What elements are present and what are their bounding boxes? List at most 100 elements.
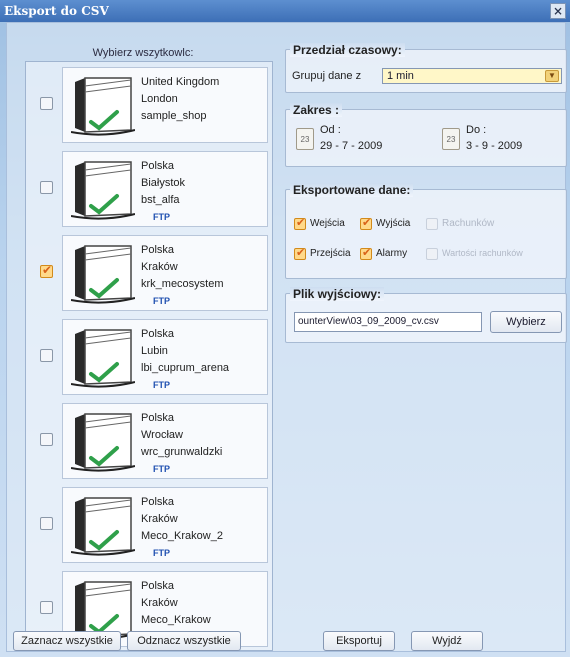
shop-info: Polska Kraków Meco_Krakow <box>141 578 211 629</box>
shop-icon <box>71 161 135 220</box>
entries-checkbox[interactable] <box>294 216 306 230</box>
shop-card[interactable]: Polska Kraków Meco_Krakow_2 FTP <box>62 487 268 563</box>
entries-label: Wejścia <box>310 218 345 229</box>
shop-checkbox[interactable] <box>40 517 53 530</box>
from-label: Od : <box>320 124 341 136</box>
shop-info: Polska Kraków krk_mecosystem FTP <box>141 242 224 310</box>
shop-row[interactable]: Polska Białystok bst_alfa FTP <box>26 148 274 230</box>
to-date[interactable]: 3 - 9 - 2009 <box>466 140 522 152</box>
shop-country: Polska <box>141 328 175 340</box>
shop-row[interactable]: United Kingdom London sample_shop <box>26 64 274 146</box>
shop-info: Polska Lubin lbi_cuprum_arena FTP <box>141 326 229 394</box>
shop-info: Polska Kraków Meco_Krakow_2 FTP <box>141 494 223 562</box>
shop-code: wrc_grunwaldzki <box>141 446 223 458</box>
exits-checkbox[interactable] <box>360 216 372 230</box>
receipts-checkbox[interactable] <box>426 218 438 230</box>
shop-code: krk_mecosystem <box>141 278 224 290</box>
shop-row[interactable]: Polska Lubin lbi_cuprum_arena FTP <box>26 316 274 398</box>
window-titlebar: Eksport do CSV × <box>0 0 570 22</box>
shop-card[interactable]: Polska Wrocław wrc_grunwaldzki FTP <box>62 403 268 479</box>
output-path-field[interactable]: ounterView\03_09_2009_cv.csv <box>294 312 482 332</box>
shop-code: Meco_Krakow_2 <box>141 530 223 542</box>
group-by-label: Grupuj dane z <box>292 70 362 82</box>
exported-data-title: Eksportowane dane: <box>290 183 414 197</box>
shop-info: Polska Wrocław wrc_grunwaldzki FTP <box>141 410 222 478</box>
calendar-to-icon[interactable]: 23 <box>442 128 460 150</box>
shop-city: Kraków <box>141 261 178 273</box>
group-by-select[interactable]: 1 min ▼ <box>382 68 562 84</box>
ftp-badge: FTP <box>153 212 170 222</box>
shop-card[interactable]: Polska Lubin lbi_cuprum_arena FTP <box>62 319 268 395</box>
shop-card[interactable]: United Kingdom London sample_shop <box>62 67 268 143</box>
shop-country: United Kingdom <box>141 76 220 88</box>
exported-data-group: Eksportowane dane: Wejścia Wyjścia Rachu… <box>285 183 567 279</box>
shop-icon <box>71 413 135 472</box>
exit-button[interactable]: Wyjdź <box>411 631 483 651</box>
window-title: Eksport do CSV <box>4 4 109 18</box>
shop-city: Lubin <box>141 345 168 357</box>
shop-code: lbi_cuprum_arena <box>141 362 230 374</box>
shop-country: Polska <box>141 496 175 508</box>
shop-icon <box>71 329 135 388</box>
shop-row[interactable]: Polska Kraków Meco_Krakow_2 FTP <box>26 484 274 566</box>
time-range-group: Przedział czasowy: Grupuj dane z 1 min ▼ <box>285 43 567 93</box>
scope-group: Zakres : 23 Od : 29 - 7 - 2009 23 Do : 3… <box>285 103 567 167</box>
chevron-down-icon[interactable]: ▼ <box>545 70 559 82</box>
shop-city: Wrocław <box>141 429 183 441</box>
group-by-value: 1 min <box>387 70 414 82</box>
ftp-badge: FTP <box>153 548 170 558</box>
output-file-title: Plik wyjściowy: <box>290 287 385 301</box>
shop-icon <box>71 245 135 304</box>
shop-checkbox[interactable] <box>40 181 53 194</box>
time-range-title: Przedział czasowy: <box>290 43 405 57</box>
shop-list: United Kingdom London sample_shop Polska… <box>25 61 273 651</box>
shop-code: Meco_Krakow <box>141 614 211 626</box>
shop-checkbox[interactable] <box>40 263 53 278</box>
shop-city: Kraków <box>141 597 178 609</box>
receipts-label: Rachunków <box>442 218 495 229</box>
shop-checkbox[interactable] <box>40 97 53 110</box>
shop-country: Polska <box>141 160 175 172</box>
shop-city: London <box>141 93 178 105</box>
shop-country: Polska <box>141 580 175 592</box>
shop-info: Polska Białystok bst_alfa FTP <box>141 158 185 226</box>
passages-checkbox[interactable] <box>294 246 306 260</box>
shop-code: sample_shop <box>141 110 207 122</box>
shop-city: Kraków <box>141 513 178 525</box>
ftp-badge: FTP <box>153 380 170 390</box>
shop-icon <box>71 497 135 556</box>
receipt-values-checkbox[interactable] <box>426 248 438 260</box>
output-file-group: Plik wyjściowy: ounterView\03_09_2009_cv… <box>285 287 567 343</box>
shop-country: Polska <box>141 244 175 256</box>
shop-row[interactable]: Polska Kraków krk_mecosystem FTP <box>26 232 274 314</box>
passages-label: Przejścia <box>310 248 351 259</box>
shop-icon <box>71 77 135 136</box>
export-button[interactable]: Eksportuj <box>323 631 395 651</box>
shop-card[interactable]: Polska Kraków krk_mecosystem FTP <box>62 235 268 311</box>
select-all-button[interactable]: Zaznacz wszystkie <box>13 631 121 651</box>
shops-caption: Wybierz wszytkowlc: <box>92 47 194 59</box>
calendar-from-icon[interactable]: 23 <box>296 128 314 150</box>
shop-checkbox[interactable] <box>40 349 53 362</box>
shop-info: United Kingdom London sample_shop <box>141 74 219 125</box>
shop-checkbox[interactable] <box>40 601 53 614</box>
export-dialog: Wybierz wszytkowlc: United Kingdom Londo… <box>6 22 567 652</box>
to-label: Do : <box>466 124 487 136</box>
pick-file-button[interactable]: Wybierz <box>490 311 562 333</box>
shop-card[interactable]: Polska Białystok bst_alfa FTP <box>62 151 268 227</box>
from-date[interactable]: 29 - 7 - 2009 <box>320 140 382 152</box>
ftp-badge: FTP <box>153 464 170 474</box>
exits-label: Wyjścia <box>376 218 411 229</box>
receipt-values-label: Wartości rachunków <box>442 248 523 258</box>
shop-row[interactable]: Polska Wrocław wrc_grunwaldzki FTP <box>26 400 274 482</box>
shop-city: Białystok <box>141 177 186 189</box>
shop-code: bst_alfa <box>141 194 180 206</box>
close-button[interactable]: × <box>550 3 566 19</box>
shop-checkbox[interactable] <box>40 433 53 446</box>
deselect-all-button[interactable]: Odznacz wszystkie <box>127 631 241 651</box>
alarms-checkbox[interactable] <box>360 246 372 260</box>
ftp-badge: FTP <box>153 296 170 306</box>
alarms-label: Alarmy <box>376 248 408 259</box>
shop-country: Polska <box>141 412 175 424</box>
scope-title: Zakres : <box>290 103 343 117</box>
